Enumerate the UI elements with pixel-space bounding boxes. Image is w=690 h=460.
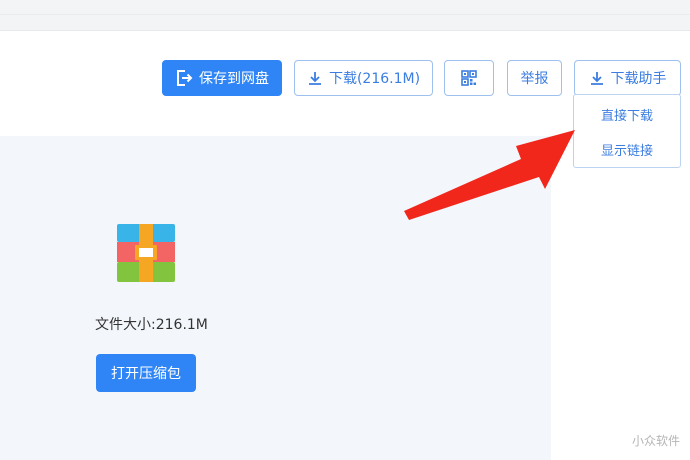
red-arrow-annotation	[404, 130, 575, 220]
watermark: 小众软件	[632, 434, 681, 448]
